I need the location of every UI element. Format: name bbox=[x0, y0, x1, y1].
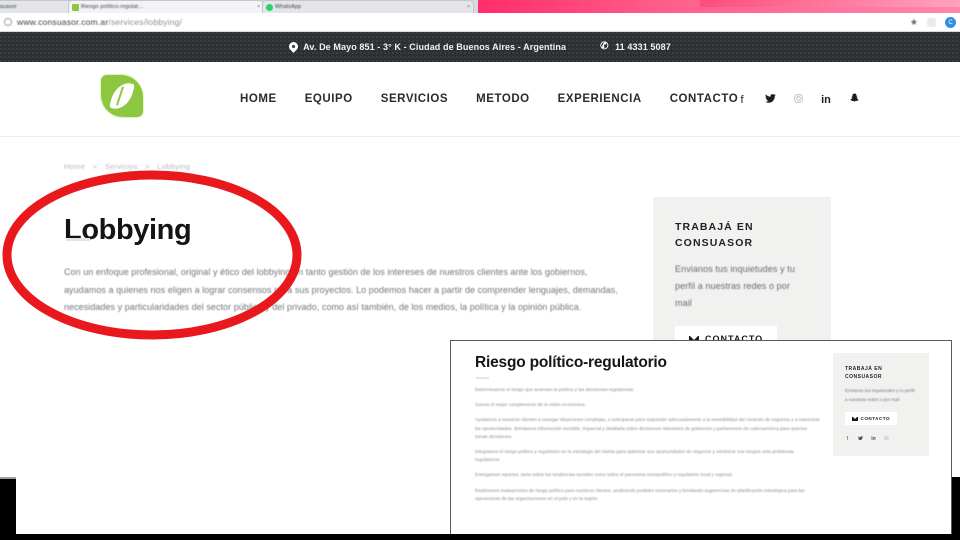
site-info-icon[interactable] bbox=[4, 18, 12, 26]
sidebar-card-text: Envianos tus inquietudes y tu perfil a n… bbox=[675, 264, 795, 308]
tabstrip-overflow-decor-2 bbox=[700, 0, 960, 7]
tab-title: Riesgo político-regulat... bbox=[81, 4, 143, 10]
site-header: HOME EQUIPO SERVICIOS METODO EXPERIENCIA… bbox=[0, 62, 960, 136]
linkedin-icon[interactable]: in bbox=[820, 94, 832, 106]
leaf-icon bbox=[109, 80, 135, 112]
breadcrumb-separator: > bbox=[145, 162, 150, 171]
overlay-sidebar-text: Envianos tus inquietudes y tu perfil a n… bbox=[845, 388, 915, 402]
browser-tab[interactable]: WhatsApp × bbox=[262, 0, 474, 13]
letterbox-left bbox=[0, 479, 16, 540]
nav-item-home[interactable]: HOME bbox=[240, 93, 277, 105]
overlay-sidebar-card: TRABAJÁ EN CONSUASOR Envianos tus inquie… bbox=[833, 353, 929, 456]
browser-omnibox[interactable]: www.consuasor.com.ar/services/lobbying/ bbox=[0, 13, 960, 32]
main-navigation: HOME EQUIPO SERVICIOS METODO EXPERIENCIA… bbox=[240, 93, 738, 105]
site-topbar: Av. De Mayo 851 - 3° K - Ciudad de Bueno… bbox=[0, 32, 960, 62]
letterbox-bottom bbox=[0, 534, 960, 540]
twitter-icon[interactable] bbox=[764, 93, 776, 106]
url-host: www.consuasor.com.ar bbox=[17, 17, 109, 27]
tab-close-icon[interactable]: × bbox=[467, 4, 470, 10]
tab-favicon bbox=[266, 3, 273, 11]
topbar-phone[interactable]: ✆ 11 4331 5087 bbox=[600, 41, 671, 53]
facebook-icon[interactable]: f bbox=[845, 436, 850, 442]
phone-text: 11 4331 5087 bbox=[615, 42, 671, 52]
breadcrumb-separator: > bbox=[92, 162, 98, 171]
breadcrumb: Home > Servicios > Lobbying bbox=[64, 162, 190, 171]
browser-tabstrip: Lobbying - Consuasor × Riesgo político-r… bbox=[0, 0, 960, 13]
omnibox-actions: ★ C bbox=[910, 13, 956, 32]
overlay-paragraph: Entregamos reportes, tanto sobre las ten… bbox=[475, 472, 733, 478]
site-logo[interactable] bbox=[101, 75, 143, 117]
sidebar-card-title: TRABAJÁ EN CONSUASOR bbox=[675, 221, 754, 249]
url-text: www.consuasor.com.ar/services/lobbying/ bbox=[17, 17, 182, 27]
phone-icon: ✆ bbox=[600, 41, 609, 52]
overlay-body: Determinamos el riesgo que acarrean la p… bbox=[475, 386, 820, 510]
header-social-links: f in bbox=[736, 93, 860, 106]
nav-item-metodo[interactable]: METODO bbox=[476, 93, 530, 105]
overlay-paragraph: Determinamos el riesgo que acarrean la p… bbox=[475, 387, 635, 392]
twitter-icon[interactable] bbox=[858, 435, 863, 443]
instagram-icon[interactable] bbox=[792, 93, 804, 106]
address-text: Av. De Mayo 851 - 3° K - Ciudad de Bueno… bbox=[303, 42, 567, 52]
overlay-paragraph: Integramos el riesgo político y regulato… bbox=[475, 449, 794, 463]
overlay-window[interactable]: Riesgo político-regulatorio Determinamos… bbox=[450, 340, 952, 535]
overlay-sidebar-title: TRABAJÁ EN CONSUASOR bbox=[845, 366, 883, 380]
nav-item-experiencia[interactable]: EXPERIENCIA bbox=[558, 93, 642, 105]
screen: Lobbying - Consuasor × Riesgo político-r… bbox=[0, 0, 960, 540]
tab-title: WhatsApp bbox=[275, 4, 302, 10]
nav-item-contacto[interactable]: CONTACTO bbox=[670, 93, 739, 105]
overlay-title-underline-decor bbox=[476, 377, 489, 379]
snapchat-icon[interactable] bbox=[848, 93, 860, 106]
tab-favicon bbox=[72, 3, 79, 11]
overlay-content: Riesgo político-regulatorio Determinamos… bbox=[451, 341, 951, 534]
instagram-icon[interactable] bbox=[884, 435, 889, 443]
nav-item-equipo[interactable]: EQUIPO bbox=[305, 93, 353, 105]
breadcrumb-current: Lobbying bbox=[157, 162, 191, 171]
facebook-icon[interactable]: f bbox=[736, 94, 748, 106]
overlay-paragraph: Ayudamos a nuestros clientes a navegar s… bbox=[475, 417, 820, 439]
title-underline-decor bbox=[66, 238, 90, 241]
letterbox-right bbox=[952, 477, 960, 540]
breadcrumb-section[interactable]: Servicios bbox=[105, 162, 138, 171]
tab-close-icon[interactable]: × bbox=[257, 4, 260, 10]
overlay-paragraph: Realizamos evaluaciones de riesgo políti… bbox=[475, 487, 805, 501]
overlay-title: Riesgo político-regulatorio bbox=[475, 354, 667, 371]
breadcrumb-home[interactable]: Home bbox=[64, 162, 85, 171]
browser-chrome: Lobbying - Consuasor × Riesgo político-r… bbox=[0, 0, 960, 32]
bookmark-star-icon[interactable]: ★ bbox=[910, 17, 918, 28]
nav-item-servicios[interactable]: SERVICIOS bbox=[381, 93, 448, 105]
overlay-contacto-label: CONTACTO bbox=[860, 416, 891, 421]
extension-icon[interactable] bbox=[927, 18, 936, 27]
overlay-social-links: f in bbox=[845, 435, 917, 443]
page-body-text: Con un enfoque profesional, original y é… bbox=[64, 267, 618, 312]
tab-title: Lobbying - Consuasor bbox=[0, 4, 17, 10]
linkedin-icon[interactable]: in bbox=[871, 436, 876, 442]
page-title: Lobbying bbox=[64, 214, 192, 247]
profile-avatar[interactable]: C bbox=[945, 17, 956, 28]
overlay-contacto-button[interactable]: CONTACTO bbox=[845, 412, 898, 425]
overlay-paragraph: Somos el mejor complemento de la visión … bbox=[475, 402, 586, 408]
mail-icon bbox=[852, 416, 858, 421]
url-path: /services/lobbying/ bbox=[108, 17, 183, 27]
topbar-address: Av. De Mayo 851 - 3° K - Ciudad de Bueno… bbox=[289, 42, 566, 53]
browser-tab-active[interactable]: Riesgo político-regulat... × bbox=[68, 0, 264, 13]
map-pin-icon bbox=[289, 42, 298, 53]
